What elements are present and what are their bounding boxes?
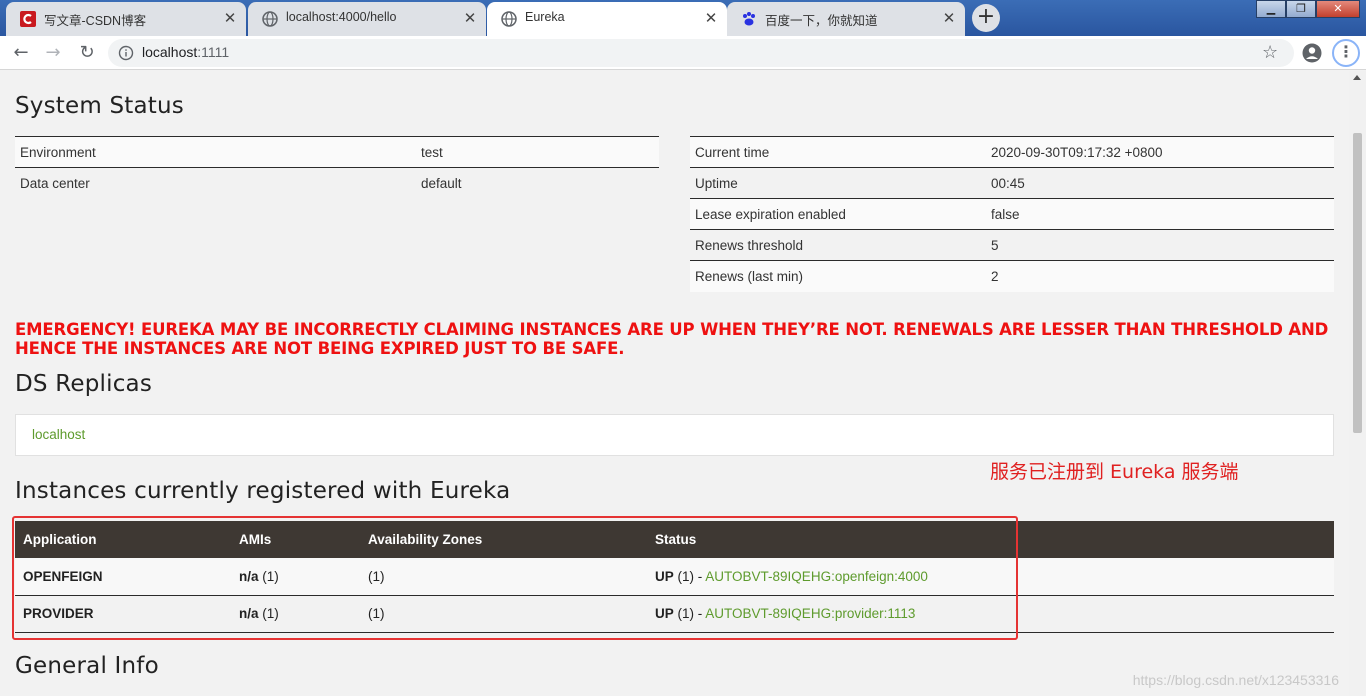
- reload-icon[interactable]: ↻: [74, 40, 100, 66]
- system-status-right-table: Current time 2020-09-30T09:17:32 +0800 U…: [690, 136, 1334, 292]
- emergency-warning: EMERGENCY! EUREKA MAY BE INCORRECTLY CLA…: [15, 320, 1329, 358]
- col-status: Status: [647, 521, 1334, 558]
- col-application: Application: [15, 521, 231, 558]
- table-row: Renews threshold 5: [690, 229, 1334, 261]
- close-icon[interactable]: ✕: [941, 10, 957, 26]
- table-row: PROVIDER n/a (1) (1) UP (1) - AUTOBVT-89…: [15, 595, 1334, 633]
- uptime-key: Uptime: [690, 167, 986, 199]
- threshold-value: 5: [986, 229, 1334, 261]
- instances-title: Instances currently registered with Eure…: [15, 478, 511, 504]
- maximize-button[interactable]: ❐: [1286, 0, 1316, 18]
- table-row: Current time 2020-09-30T09:17:32 +0800: [690, 136, 1334, 168]
- close-icon[interactable]: ✕: [222, 10, 238, 26]
- general-info-title: General Info: [15, 653, 159, 679]
- vertical-scrollbar[interactable]: [1349, 71, 1366, 696]
- threshold-key: Renews threshold: [690, 229, 986, 261]
- csdn-icon: [20, 11, 36, 27]
- info-icon[interactable]: [118, 45, 134, 61]
- annotation-note: 服务已注册到 Eureka 服务端: [990, 461, 1239, 483]
- amis-cell: n/a (1): [231, 558, 360, 596]
- uptime-value: 00:45: [986, 167, 1334, 199]
- ds-replicas-title: DS Replicas: [15, 371, 153, 397]
- tab-localhost-hello[interactable]: localhost:4000/hello ✕: [248, 2, 486, 36]
- instance-link[interactable]: AUTOBVT-89IQEHG:provider:1113: [705, 606, 915, 621]
- table-row: Renews (last min) 2: [690, 260, 1334, 292]
- tab-csdn[interactable]: 写文章-CSDN博客 ✕: [6, 2, 246, 36]
- close-icon[interactable]: ✕: [462, 10, 478, 26]
- lease-key: Lease expiration enabled: [690, 198, 986, 230]
- status-cell: UP (1) - AUTOBVT-89IQEHG:provider:1113: [647, 595, 1334, 633]
- app-name: OPENFEIGN: [15, 558, 231, 596]
- kebab-menu-icon[interactable]: ⋮: [1332, 39, 1360, 67]
- col-zones: Availability Zones: [360, 521, 647, 558]
- datacenter-key: Data center: [15, 167, 416, 199]
- replica-link[interactable]: localhost: [32, 427, 85, 442]
- table-row: Environment test: [15, 136, 659, 168]
- lease-value: false: [986, 198, 1334, 230]
- replicas-list: localhost: [15, 414, 1334, 456]
- env-value: test: [416, 136, 659, 168]
- window-close-button[interactable]: ✕: [1316, 0, 1360, 18]
- address-bar[interactable]: localhost:1111: [108, 39, 1294, 67]
- renews-value: 2: [986, 260, 1334, 292]
- scroll-up-arrow-icon[interactable]: [1353, 75, 1361, 80]
- bookmark-star-icon[interactable]: ☆: [1262, 43, 1278, 63]
- renews-key: Renews (last min): [690, 260, 986, 292]
- globe-icon: [501, 11, 517, 27]
- zones-cell: (1): [360, 595, 647, 633]
- table-row: OPENFEIGN n/a (1) (1) UP (1) - AUTOBVT-8…: [15, 558, 1334, 596]
- scrollbar-thumb[interactable]: [1353, 133, 1362, 433]
- status-cell: UP (1) - AUTOBVT-89IQEHG:openfeign:4000: [647, 558, 1334, 596]
- current-time-value: 2020-09-30T09:17:32 +0800: [986, 136, 1334, 168]
- url-text[interactable]: localhost:1111: [142, 44, 229, 60]
- instances-table: Application AMIs Availability Zones Stat…: [15, 521, 1334, 633]
- browser-toolbar: ← → ↻ localhost:1111 ☆ ⋮: [0, 36, 1366, 70]
- tab-title: 百度一下，你就知道: [765, 14, 878, 28]
- app-name: PROVIDER: [15, 595, 231, 633]
- minimize-button[interactable]: ▁: [1256, 0, 1286, 18]
- env-key: Environment: [15, 136, 416, 168]
- globe-icon: [262, 11, 278, 27]
- tab-strip: 写文章-CSDN博客 ✕ localhost:4000/hello ✕ Eure…: [0, 0, 1366, 36]
- table-header-row: Application AMIs Availability Zones Stat…: [15, 521, 1334, 558]
- profile-icon[interactable]: [1302, 43, 1322, 63]
- tab-baidu[interactable]: 百度一下，你就知道 ✕: [727, 2, 965, 36]
- window-controls: ▁ ❐ ✕: [1256, 0, 1360, 20]
- tab-title: 写文章-CSDN博客: [44, 14, 147, 28]
- zones-cell: (1): [360, 558, 647, 596]
- tab-eureka[interactable]: Eureka ✕: [487, 2, 727, 36]
- datacenter-value: default: [416, 167, 659, 199]
- tab-title: localhost:4000/hello: [286, 10, 397, 24]
- amis-cell: n/a (1): [231, 595, 360, 633]
- close-icon[interactable]: ✕: [703, 10, 719, 26]
- watermark: https://blog.csdn.net/x123453316: [1132, 672, 1339, 688]
- back-arrow-icon[interactable]: ←: [8, 40, 34, 66]
- baidu-paw-icon: [743, 12, 755, 26]
- new-tab-button[interactable]: +: [972, 4, 1000, 32]
- forward-arrow-icon[interactable]: →: [40, 40, 66, 66]
- system-status-left-table: Environment test Data center default: [15, 136, 659, 199]
- eureka-dashboard: System Status Environment test Data cent…: [0, 71, 1349, 696]
- table-row: Lease expiration enabled false: [690, 198, 1334, 230]
- system-status-title: System Status: [15, 93, 184, 119]
- current-time-key: Current time: [690, 136, 986, 168]
- tab-title: Eureka: [525, 10, 565, 24]
- instance-link[interactable]: AUTOBVT-89IQEHG:openfeign:4000: [705, 569, 928, 584]
- table-row: Uptime 00:45: [690, 167, 1334, 199]
- col-amis: AMIs: [231, 521, 360, 558]
- table-row: Data center default: [15, 167, 659, 199]
